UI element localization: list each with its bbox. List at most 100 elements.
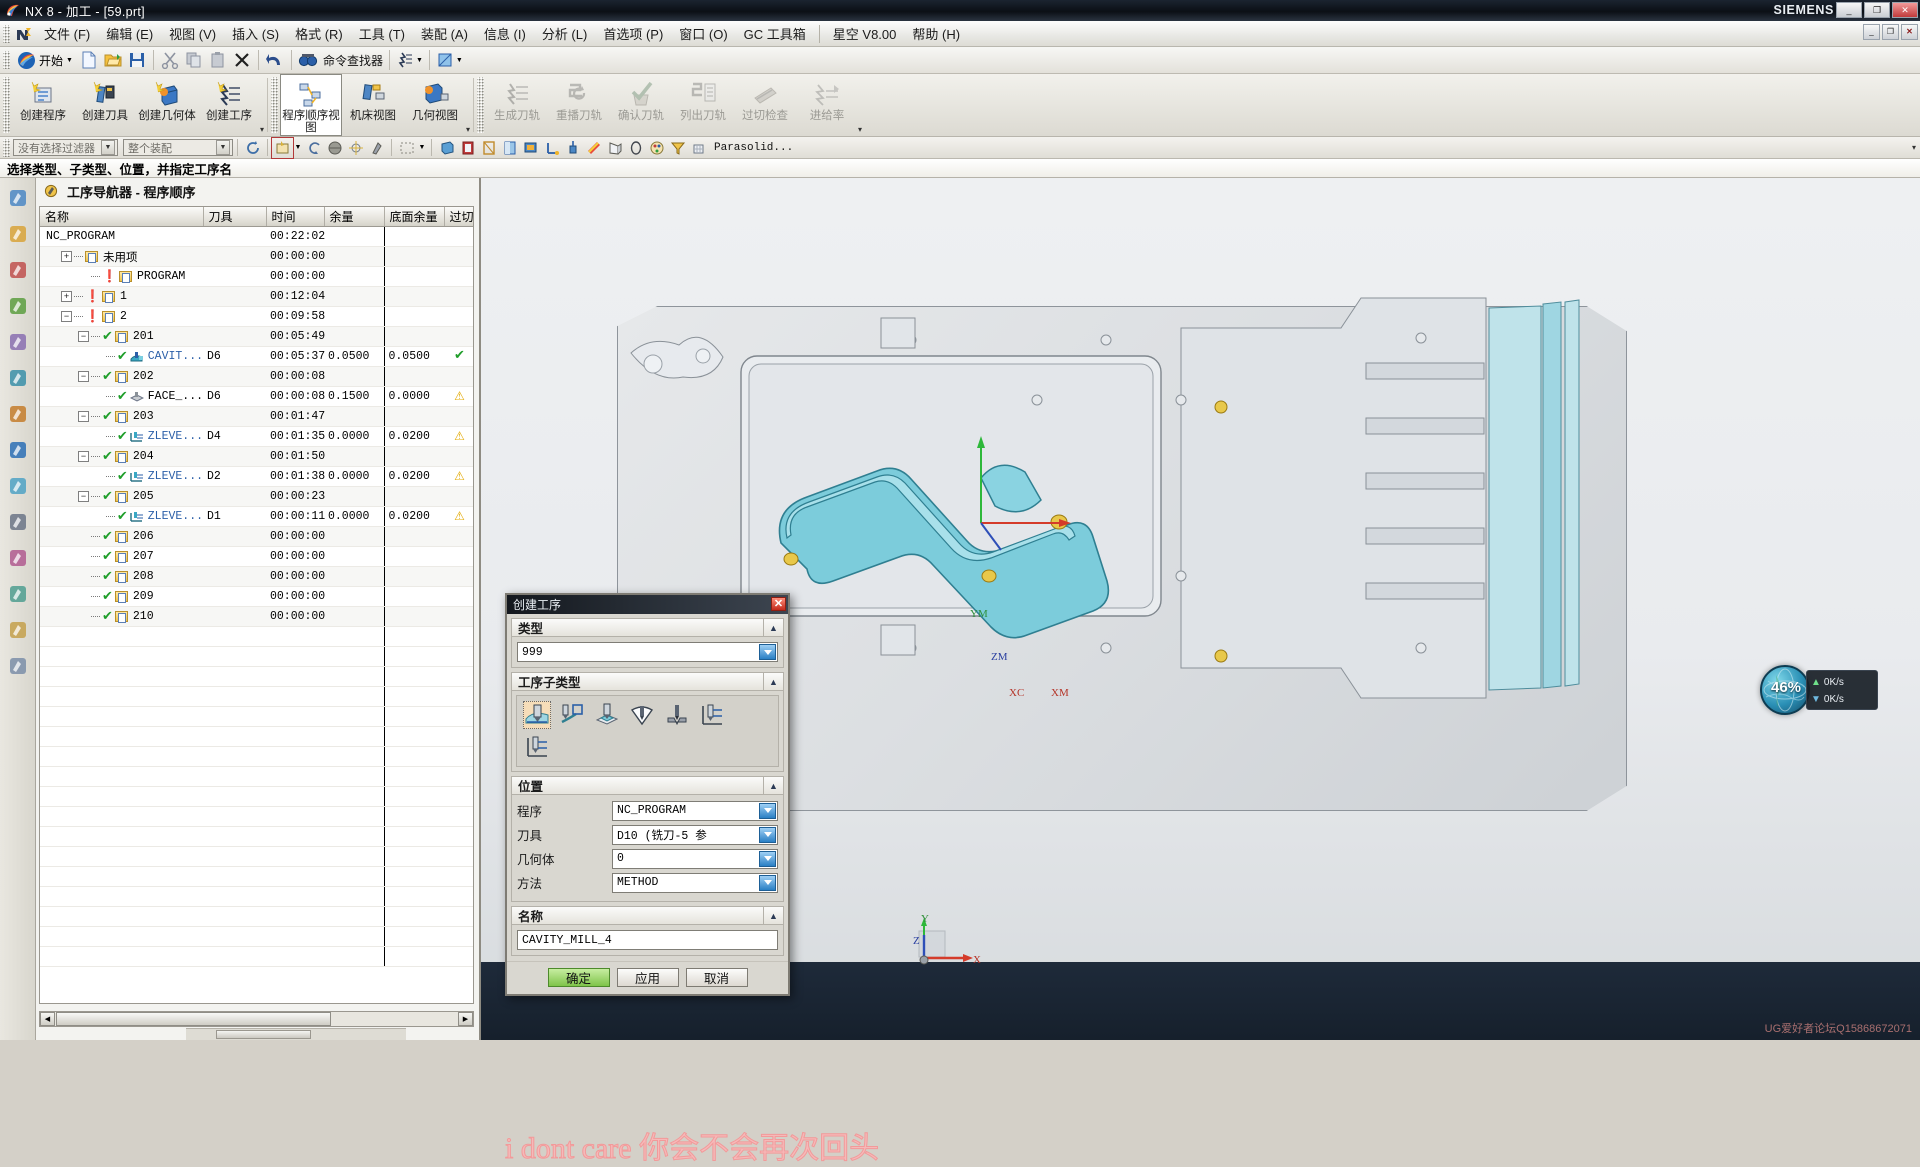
history-tree-icon[interactable]: [4, 292, 32, 320]
menu-item-right-0[interactable]: 星空 V8.00: [825, 24, 905, 45]
menu-item-right-1[interactable]: 帮助 (H): [904, 24, 968, 45]
ribbon-overflow-icon-0[interactable]: ▾: [260, 125, 264, 134]
menu-item-2[interactable]: 视图 (V): [161, 24, 224, 45]
panel-splitter-scrollbar[interactable]: [186, 1028, 406, 1040]
help-icon[interactable]: [4, 472, 32, 500]
open-file-icon[interactable]: [101, 49, 125, 72]
close-icon[interactable]: ✕: [771, 597, 786, 611]
dialog-button-apply[interactable]: 应用: [616, 968, 679, 987]
selection-filter-combo[interactable]: 没有选择过滤器 ▼: [13, 139, 118, 156]
ribbon-button-geometry-view[interactable]: 几何视图: [404, 74, 466, 136]
process-studio-icon[interactable]: [4, 544, 32, 572]
roles-icon[interactable]: [4, 400, 32, 428]
tree-column-header-1[interactable]: 刀具: [203, 207, 267, 227]
chevron-down-icon[interactable]: [759, 850, 776, 867]
corner-rough-icon[interactable]: [593, 701, 621, 729]
chevron-up-icon[interactable]: ▲: [763, 619, 783, 636]
ribbon-button-machine-tool-view[interactable]: 机床视图: [342, 74, 404, 136]
menu-item-7[interactable]: 信息 (I): [476, 24, 534, 45]
wcs-icon[interactable]: [541, 138, 562, 158]
menu-item-3[interactable]: 插入 (S): [224, 24, 287, 45]
color-icon[interactable]: [583, 138, 604, 158]
chevron-down-icon-3[interactable]: ▼: [293, 138, 303, 158]
ribbon-group-grip-0[interactable]: [3, 77, 10, 133]
selection-bar-grip[interactable]: [3, 138, 10, 157]
ribbon-button-create-geometry[interactable]: 创建几何体: [136, 74, 198, 136]
minimize-button[interactable]: _: [1836, 2, 1862, 18]
tree-row[interactable]: ✔ 207 00:00:00: [40, 546, 473, 567]
toolbar-overflow-icon[interactable]: ▾: [1912, 143, 1916, 152]
tree-expander[interactable]: +: [61, 291, 72, 302]
chevron-down-icon-4[interactable]: ▼: [417, 138, 427, 158]
tree-row[interactable]: − ✔ 204 00:01:50: [40, 446, 473, 467]
operation-name-input[interactable]: CAVITY_MILL_4: [517, 930, 778, 950]
scroll-right-arrow-icon[interactable]: ▶: [458, 1012, 473, 1026]
location-field-combo[interactable]: NC_PROGRAM: [612, 800, 778, 821]
chevron-down-icon[interactable]: [759, 644, 776, 660]
menu-item-1[interactable]: 编辑 (E): [98, 24, 161, 45]
tree-column-header-3[interactable]: 余量: [324, 207, 385, 227]
chevron-down-icon-2[interactable]: ▼: [216, 140, 230, 155]
tree-row[interactable]: − ✔ 201 00:05:49: [40, 326, 473, 347]
plunge-mill-icon[interactable]: [558, 701, 586, 729]
paste-icon[interactable]: [206, 49, 230, 72]
chevron-down-icon[interactable]: [759, 826, 776, 843]
reuse-library-icon[interactable]: [4, 328, 32, 356]
toolbar-grip[interactable]: [3, 51, 10, 69]
tree-row[interactable]: ✔ 208 00:00:00: [40, 566, 473, 587]
tree-expander[interactable]: −: [78, 491, 89, 502]
save-icon[interactable]: [125, 49, 149, 72]
subtype-section-header[interactable]: 工序子类型 ▲: [511, 672, 784, 691]
menu-item-5[interactable]: 工具 (T): [351, 24, 413, 45]
palette-icon[interactable]: [646, 138, 667, 158]
zlevel-corner-icon[interactable]: [523, 733, 551, 761]
ribbon-overflow-icon-2[interactable]: ▾: [858, 125, 862, 134]
select-face-icon[interactable]: [271, 136, 294, 159]
tree-row[interactable]: ✔ CAVIT... D6 00:05:37 0.0500 0.0500 ✔: [40, 346, 473, 367]
tree-expander[interactable]: −: [78, 451, 89, 462]
type-section-header[interactable]: 类型 ▲: [511, 618, 784, 637]
ribbon-button-create-program[interactable]: 创建程序: [12, 74, 74, 136]
tree-expander[interactable]: −: [78, 411, 89, 422]
dialog-button-ok[interactable]: 确定: [547, 968, 610, 987]
ribbon-button-program-order-view[interactable]: 程序顺序视图: [280, 74, 343, 136]
selection-scope-combo[interactable]: 整个装配 ▼: [123, 139, 233, 156]
tree-column-header-4[interactable]: 底面余量: [384, 207, 445, 227]
refresh-selection-icon[interactable]: [242, 138, 263, 158]
history-icon[interactable]: [4, 508, 32, 536]
inner-close-button[interactable]: ✕: [1901, 24, 1918, 40]
tree-row[interactable]: + ❗ 1 00:12:04: [40, 286, 473, 307]
name-section-header[interactable]: 名称 ▲: [511, 906, 784, 925]
menubar-grip[interactable]: [3, 24, 10, 43]
tree-column-header-2[interactable]: 时间: [266, 207, 325, 227]
wireframe-icon[interactable]: [457, 138, 478, 158]
ribbon-overflow-icon-1[interactable]: ▾: [466, 125, 470, 134]
web-browser-icon[interactable]: [4, 436, 32, 464]
solid-body-icon[interactable]: [324, 138, 345, 158]
delete-icon[interactable]: [230, 49, 254, 72]
tree-expander[interactable]: −: [78, 331, 89, 342]
location-field-combo[interactable]: 0: [612, 848, 778, 869]
command-finder-icon[interactable]: 命令查找器: [296, 49, 385, 72]
tree-expander[interactable]: +: [61, 251, 72, 262]
ribbon-group-grip-2[interactable]: [477, 77, 485, 133]
profile-3d-icon[interactable]: [663, 701, 691, 729]
curve-rule-icon[interactable]: [303, 138, 324, 158]
tree-row[interactable]: ❗ PROGRAM 00:00:00: [40, 266, 473, 287]
tree-row[interactable]: ✔ ZLEVE... D4 00:01:35 0.0000 0.0200 ⚠: [40, 426, 473, 447]
tree-row[interactable]: + 未用项 00:00:00: [40, 246, 473, 267]
tree-row[interactable]: − ✔ 205 00:00:23: [40, 486, 473, 507]
panel-splitter-thumb[interactable]: [216, 1030, 311, 1039]
chevron-down-icon[interactable]: ▼: [101, 140, 115, 155]
undo-icon[interactable]: [263, 49, 287, 72]
tree-row[interactable]: ✔ 209 00:00:00: [40, 586, 473, 607]
part-navigator-icon[interactable]: [4, 220, 32, 248]
tree-row[interactable]: ✔ FACE_... D6 00:00:08 0.1500 0.0000 ⚠: [40, 386, 473, 407]
ribbon-button-create-operation[interactable]: 创建工序: [198, 74, 260, 136]
chevron-up-icon-4[interactable]: ▲: [763, 907, 783, 924]
inner-restore-button[interactable]: ❐: [1882, 24, 1899, 40]
studio-icon[interactable]: [499, 138, 520, 158]
new-file-icon[interactable]: [77, 49, 101, 72]
tree-column-header-5[interactable]: 过切: [444, 207, 473, 227]
tree-row[interactable]: ✔ 210 00:00:00: [40, 606, 473, 627]
